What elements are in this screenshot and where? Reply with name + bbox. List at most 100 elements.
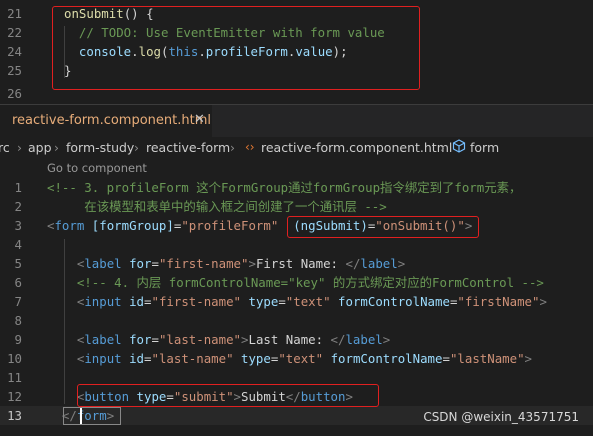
code-token: < xyxy=(47,294,85,309)
code-token: label xyxy=(345,332,383,347)
line-number: 6 xyxy=(14,275,22,290)
line-number: 13 xyxy=(7,408,22,423)
code-token: > xyxy=(382,332,391,347)
code-token: > xyxy=(524,351,533,366)
code-token: form xyxy=(54,218,85,233)
line-number: 7 xyxy=(14,294,22,309)
code-line: 8 xyxy=(0,311,593,330)
code-token: </ xyxy=(330,332,346,347)
tab-label[interactable]: reactive-form.component.html xyxy=(12,113,211,128)
highlight-box-ngsubmit xyxy=(287,216,479,238)
tab-bar: reactive-form.component.html ✕ xyxy=(0,104,593,138)
element-cube-icon xyxy=(452,139,466,156)
line-number: 3 xyxy=(14,218,22,233)
code-token: = xyxy=(442,351,450,366)
breadcrumb-item-src[interactable]: rc xyxy=(0,140,10,155)
code-token: "text" xyxy=(285,294,331,309)
code-token: Last Name: xyxy=(248,332,331,347)
chevron-right-icon: › xyxy=(134,140,139,155)
code-token: < xyxy=(47,332,85,347)
watermark: CSDN @weixin_43571751 xyxy=(423,410,579,424)
line-text: <label for="last-name">Last Name: </labe… xyxy=(47,330,390,349)
code-token: "profileForm" xyxy=(181,218,279,233)
code-token: for xyxy=(129,256,152,271)
code-token: = xyxy=(151,256,159,271)
line-number: 4 xyxy=(14,237,22,252)
line-text: 在该模型和表单中的输入框之间创建了一个通讯层 --> xyxy=(47,197,387,216)
code-line: 6 <!-- 4. 内层 formControlName="key" 的方式绑定… xyxy=(0,273,593,292)
code-token: < xyxy=(47,351,85,366)
code-token: > xyxy=(397,256,406,271)
code-token: <!-- 4. 内层 formControlName="key" 的方式绑定对应… xyxy=(47,275,544,290)
code-lens-go-to-component[interactable]: Go to component xyxy=(47,161,147,175)
code-token: input xyxy=(84,351,122,366)
indent-guide xyxy=(64,239,65,404)
line-text: <input id="first-name" type="text" formC… xyxy=(47,292,547,311)
code-token: type xyxy=(241,351,271,366)
line-number: 25 xyxy=(7,63,22,78)
line-number: 10 xyxy=(7,351,22,366)
breadcrumb-item-app[interactable]: app xyxy=(28,140,52,155)
line-text: <!-- 4. 内层 formControlName="key" 的方式绑定对应… xyxy=(47,273,544,292)
line-text: <input id="last-name" type="text" formCo… xyxy=(47,349,532,368)
line-number: 8 xyxy=(14,313,22,328)
text-cursor xyxy=(80,408,82,424)
breadcrumb-item-file[interactable]: reactive-form.component.html xyxy=(261,140,452,155)
bottom-editor-pane[interactable]: 1 <!-- 3. profileForm 这个FormGroup通过formG… xyxy=(0,178,593,436)
code-token: "lastName" xyxy=(449,351,525,366)
code-token: "firstName" xyxy=(457,294,540,309)
breadcrumb-item-reactive-form[interactable]: reactive-form xyxy=(146,140,230,155)
code-token: < xyxy=(47,256,85,271)
code-token: "last-name" xyxy=(158,332,242,347)
line-number: 1 xyxy=(14,180,22,195)
top-editor-pane[interactable]: 21 onSubmit() { 22 // TODO: Use EventEmi… xyxy=(0,0,593,104)
breadcrumb-item-form[interactable]: form xyxy=(470,140,499,155)
line-number: 11 xyxy=(7,370,22,385)
code-token: id xyxy=(129,351,145,366)
code-token: formControlName xyxy=(330,351,443,366)
code-line: 5 <label for="first-name">First Name: </… xyxy=(0,254,593,273)
code-token: = xyxy=(151,332,159,347)
code-token: label xyxy=(84,256,122,271)
code-token: for xyxy=(129,332,152,347)
code-token: > xyxy=(539,294,547,309)
code-token: "first-name" xyxy=(158,256,249,271)
line-number: 5 xyxy=(14,256,22,271)
code-token: 在该模型和表单中的输入框之间创建了一个通讯层 --> xyxy=(47,199,387,214)
code-line: 9 <label for="last-name">Last Name: </la… xyxy=(0,330,593,349)
line-number: 21 xyxy=(7,6,22,21)
line-number: 2 xyxy=(14,199,22,214)
breadcrumb-item-form-study[interactable]: form-study xyxy=(66,140,134,155)
tab-reactive-form-html[interactable]: reactive-form.component.html ✕ xyxy=(0,105,212,138)
html-file-icon: ‹› xyxy=(245,140,255,154)
breadcrumb: rc › app › form-study › reactive-form › … xyxy=(0,137,593,159)
line-number: 26 xyxy=(7,86,22,101)
code-token: type xyxy=(248,294,279,309)
code-token: <!-- 3. profileForm 这个FormGroup通过formGro… xyxy=(47,180,522,195)
line-number: 24 xyxy=(7,44,22,59)
code-token: > xyxy=(248,256,256,271)
code-token: First Name: xyxy=(255,256,346,271)
chevron-right-icon: › xyxy=(17,140,22,155)
line-text: <!-- 3. profileForm 这个FormGroup通过formGro… xyxy=(47,178,521,197)
line-number: 12 xyxy=(7,389,22,404)
code-token: "first-name" xyxy=(151,294,242,309)
code-token: input xyxy=(84,294,122,309)
code-line: 2 在该模型和表单中的输入框之间创建了一个通讯层 --> xyxy=(0,197,593,216)
code-token: </ xyxy=(345,256,361,271)
close-icon[interactable]: ✕ xyxy=(194,112,205,127)
code-token: = xyxy=(278,294,286,309)
code-line: 1 <!-- 3. profileForm 这个FormGroup通过formG… xyxy=(0,178,593,197)
chevron-right-icon: › xyxy=(54,140,59,155)
chevron-right-icon: › xyxy=(440,140,445,155)
code-token: id xyxy=(129,294,145,309)
line-number: 22 xyxy=(7,25,22,40)
